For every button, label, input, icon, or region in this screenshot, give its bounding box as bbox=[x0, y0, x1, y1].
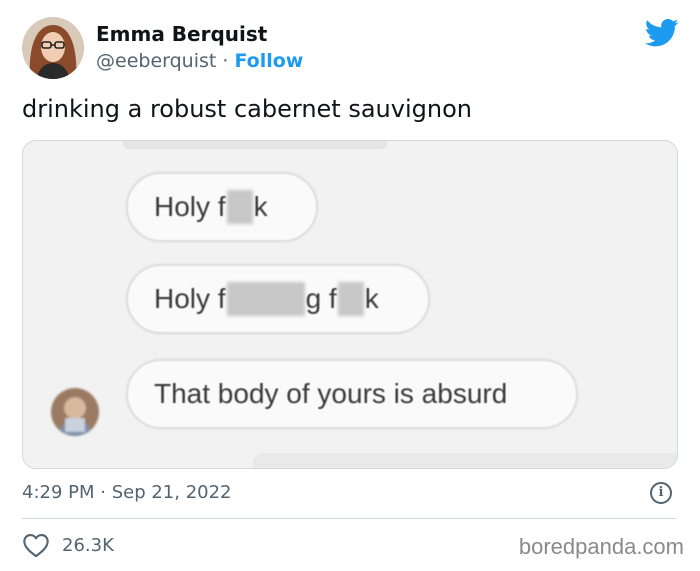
tweet-media-image[interactable]: Holy f k Holy f g f k That body of yours is… bbox=[22, 140, 678, 469]
heart-icon[interactable] bbox=[22, 532, 50, 558]
bubble-2-text-end: k bbox=[364, 283, 379, 314]
message-bubble-3: That body of yours is absurd bbox=[126, 359, 578, 429]
censor-blur bbox=[337, 282, 364, 316]
bubble-2-text-mid: g f bbox=[305, 283, 337, 314]
handle-separator: · bbox=[216, 50, 235, 72]
sender-avatar bbox=[51, 388, 99, 436]
info-icon[interactable]: i bbox=[650, 482, 672, 504]
tweet-card: Emma Berquist @eeberquist · Follow drink… bbox=[0, 0, 700, 571]
author-avatar[interactable] bbox=[22, 17, 84, 79]
message-bubble-2: Holy f g f k bbox=[126, 264, 430, 334]
twitter-bird-icon[interactable] bbox=[645, 18, 679, 48]
cropped-bubble-top bbox=[123, 141, 387, 149]
tweet-timestamp[interactable]: 4:29 PM · Sep 21, 2022 bbox=[22, 482, 232, 503]
follow-button[interactable]: Follow bbox=[234, 50, 303, 72]
author-name[interactable]: Emma Berquist bbox=[96, 22, 267, 46]
message-bubble-1: Holy f k bbox=[126, 172, 318, 242]
cropped-bubble-bottom bbox=[253, 453, 677, 468]
like-count: 26.3K bbox=[62, 534, 114, 556]
author-handle[interactable]: @eeberquist bbox=[96, 50, 216, 72]
bubble-1-text-start: Holy f bbox=[154, 191, 226, 222]
censor-blur bbox=[226, 190, 253, 224]
bubble-3-text: That body of yours is absurd bbox=[154, 378, 508, 409]
like-row[interactable]: 26.3K bbox=[22, 532, 114, 558]
censor-blur bbox=[226, 282, 305, 316]
tweet-text: drinking a robust cabernet sauvignon bbox=[22, 95, 472, 123]
bubble-1-text-end: k bbox=[253, 191, 268, 222]
author-handle-row: @eeberquist · Follow bbox=[96, 50, 303, 72]
bubble-2-text-start: Holy f bbox=[154, 283, 226, 314]
divider bbox=[22, 518, 676, 519]
watermark: boredpanda.com bbox=[518, 534, 684, 559]
